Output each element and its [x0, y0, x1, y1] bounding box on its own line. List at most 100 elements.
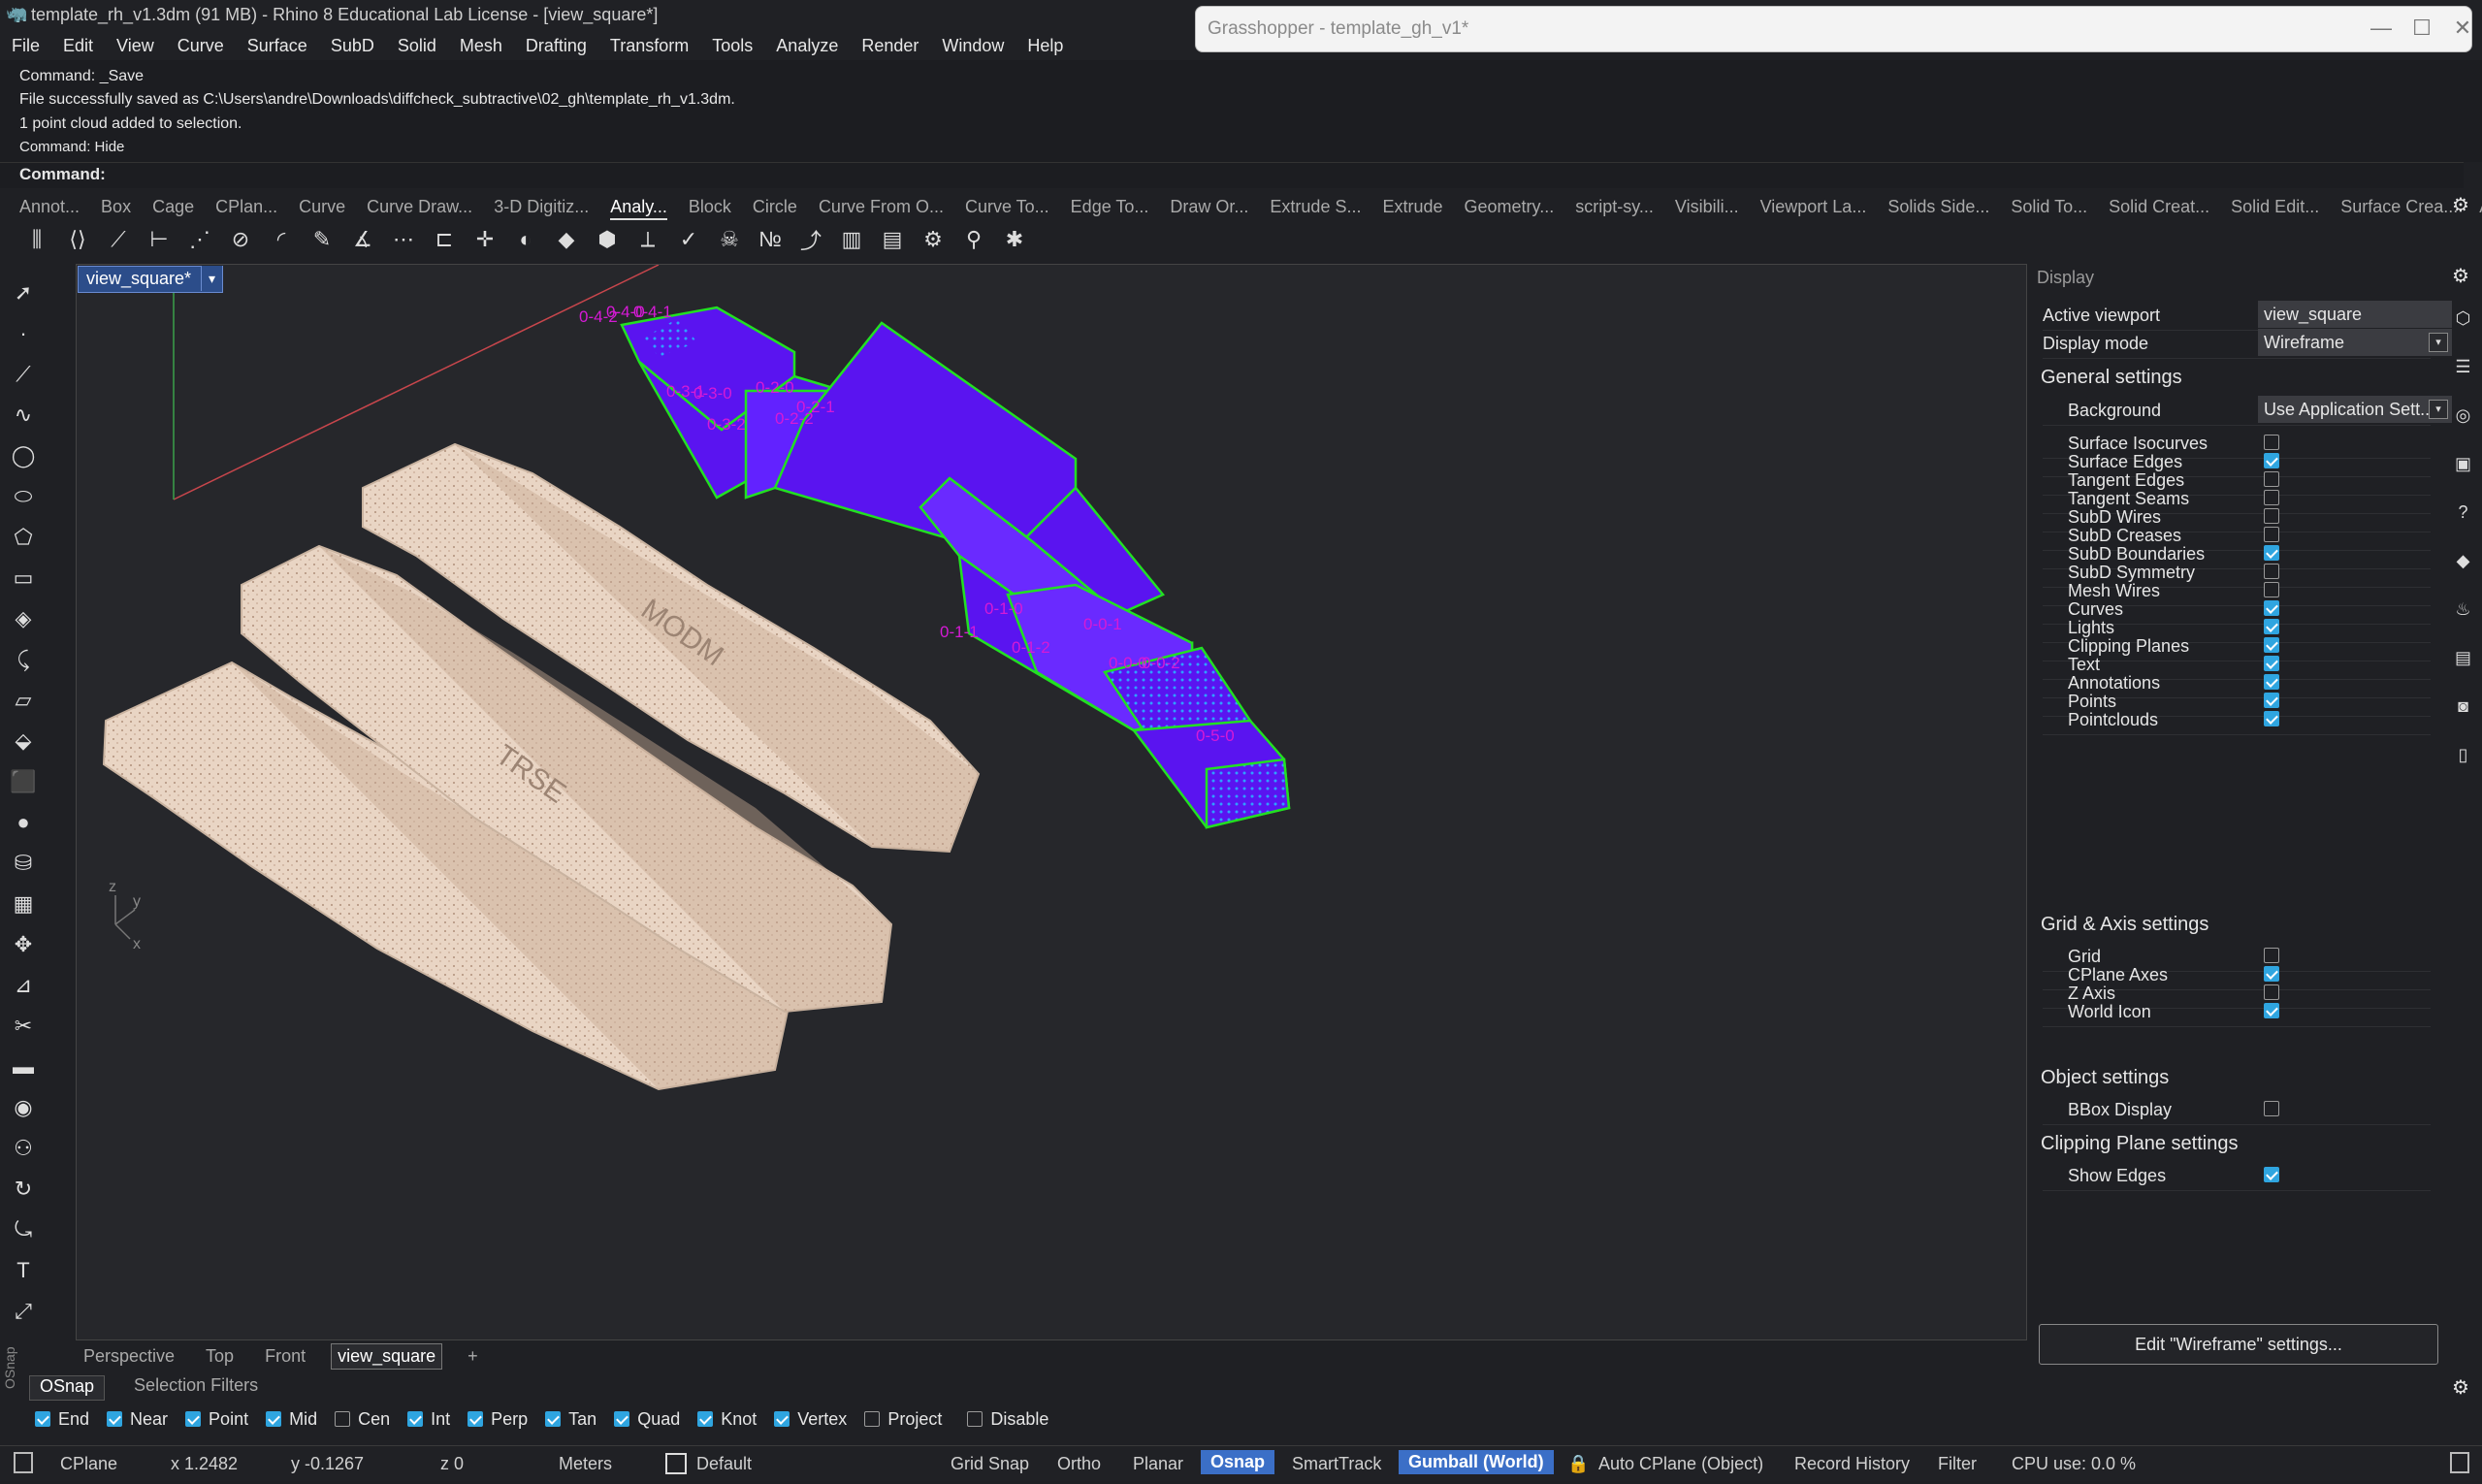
menu-analyze[interactable]: Analyze	[764, 31, 850, 60]
menu-curve[interactable]: Curve	[166, 31, 236, 60]
boolean-icon[interactable]: ◉	[4, 1091, 43, 1124]
grasshopper-window[interactable]: Grasshopper - template_gh_v1* — ☐ ✕	[1195, 6, 2472, 52]
osnap-tan[interactable]: Tan	[545, 1409, 596, 1430]
box-icon[interactable]: ⬛	[4, 765, 43, 798]
menu-window[interactable]: Window	[930, 31, 1015, 60]
osnap-point[interactable]: Point	[185, 1409, 248, 1430]
osnap-gear-icon[interactable]: ⚙	[2452, 1375, 2469, 1400]
layers-icon[interactable]: ▤	[875, 223, 910, 256]
text-icon[interactable]: T	[4, 1254, 43, 1287]
toolbar-tab[interactable]: Box	[101, 193, 131, 220]
osnap-perp[interactable]: Perp	[467, 1409, 528, 1430]
toolbar-tab[interactable]: Edge To...	[1071, 193, 1149, 220]
point-icon[interactable]: ·	[4, 317, 43, 350]
length-icon[interactable]: ⊢	[142, 223, 177, 256]
probe-icon[interactable]: ⚲	[956, 223, 991, 256]
background-select[interactable]: Use Application Sett... ▾	[2258, 396, 2452, 423]
status-layer[interactable]: Default	[696, 1454, 752, 1474]
view-tab-front[interactable]: Front	[259, 1344, 311, 1369]
rotate-icon[interactable]: ↻	[4, 1173, 43, 1206]
ruler-icon[interactable]: ⫼	[19, 223, 54, 256]
environment-icon[interactable]: ▤	[2450, 640, 2477, 675]
document-icon[interactable]: ▯	[2450, 737, 2477, 772]
record-history-toggle[interactable]: Record History	[1794, 1454, 1910, 1474]
materials-icon[interactable]: ◆	[2450, 543, 2477, 578]
toolbar-tab[interactable]: Visibili...	[1675, 193, 1739, 220]
rectangle-icon[interactable]: ▭	[4, 562, 43, 595]
ortho-toggle[interactable]: Ortho	[1057, 1454, 1101, 1474]
fillet-icon[interactable]: ⤹	[4, 643, 43, 676]
check-icon[interactable]: ✓	[671, 223, 706, 256]
toolbar-tab[interactable]: Viewport La...	[1760, 193, 1867, 220]
color-wheel-icon[interactable]: ◎	[2450, 398, 2477, 433]
osnap-tab[interactable]: OSnap	[29, 1375, 106, 1401]
help-icon[interactable]: ?	[2450, 495, 2477, 530]
properties-icon[interactable]: ⬡	[2450, 301, 2477, 336]
setting-checkbox[interactable]	[2264, 1003, 2279, 1018]
minimize-button[interactable]: —	[2362, 13, 2401, 44]
surface-icon[interactable]: ◈	[4, 602, 43, 635]
auto-cplane-toggle[interactable]: Auto CPlane (Object)	[1598, 1454, 1763, 1474]
draft-angle-icon[interactable]: ⬢	[590, 223, 625, 256]
radius-icon[interactable]: ◜	[264, 223, 299, 256]
trim-icon[interactable]: ▬	[4, 1050, 43, 1083]
grid-analysis-icon[interactable]: ▥	[834, 223, 869, 256]
xyz-icon[interactable]: ⟨⟩	[60, 223, 95, 256]
menu-view[interactable]: View	[105, 31, 166, 60]
sphere-icon[interactable]: ●	[4, 806, 43, 839]
select-arrow-icon[interactable]: ➚	[4, 276, 43, 309]
view-tab-top[interactable]: Top	[200, 1344, 240, 1369]
scale-icon[interactable]: ⤢	[4, 1295, 43, 1328]
toolbar-tab[interactable]: Curve From O...	[819, 193, 944, 220]
edit-wireframe-settings-button[interactable]: Edit "Wireframe" settings...	[2039, 1324, 2438, 1365]
deviation-icon[interactable]: ⟂	[630, 223, 665, 256]
circle-icon[interactable]: ◯	[4, 439, 43, 472]
planar-toggle[interactable]: Planar	[1133, 1454, 1183, 1474]
extrude-icon[interactable]: ⬙	[4, 725, 43, 758]
toolbar-tab[interactable]: Annot...	[19, 193, 80, 220]
menu-tools[interactable]: Tools	[700, 31, 764, 60]
polygon-icon[interactable]: ⬠	[4, 521, 43, 554]
menu-help[interactable]: Help	[1015, 31, 1075, 60]
menu-transform[interactable]: Transform	[598, 31, 700, 60]
viewport-menu-chevron-icon[interactable]: ▾	[201, 266, 222, 291]
osnap-checkbox[interactable]	[407, 1411, 424, 1427]
toolbar-tab[interactable]: Circle	[753, 193, 797, 220]
graph-icon[interactable]: ⋯	[386, 223, 421, 256]
gumball-icon[interactable]: ✥	[4, 928, 43, 961]
viewport-view-square[interactable]: TRSE MODM 0-4-2 0-4-0 0-4-1 0-3-1 0-3-0 …	[76, 264, 2027, 1340]
menu-render[interactable]: Render	[850, 31, 930, 60]
setting-checkbox[interactable]	[2264, 711, 2279, 726]
osnap-checkbox[interactable]	[545, 1411, 562, 1427]
diameter-icon[interactable]: ⊘	[223, 223, 258, 256]
osnap-cen[interactable]: Cen	[335, 1409, 390, 1430]
cylinder-icon[interactable]: ⛁	[4, 847, 43, 880]
osnap-checkbox[interactable]	[35, 1411, 50, 1427]
toolbar-tab[interactable]: script-sy...	[1575, 193, 1654, 220]
edit-icon[interactable]: ✎	[305, 223, 339, 256]
osnap-near[interactable]: Near	[107, 1409, 168, 1430]
osnap-checkbox[interactable]	[774, 1411, 790, 1427]
view-tab-view_square[interactable]: view_square	[331, 1342, 443, 1370]
osnap-checkbox[interactable]	[864, 1411, 881, 1427]
camera-icon[interactable]: ◙	[2450, 689, 2477, 724]
status-cplane[interactable]: CPlane	[60, 1454, 117, 1474]
smarttrack-toggle[interactable]: SmartTrack	[1292, 1454, 1381, 1474]
grid-snap-toggle[interactable]: Grid Snap	[951, 1454, 1029, 1474]
toolbar-tab[interactable]: Geometry...	[1465, 193, 1555, 220]
display-icon[interactable]: ▣	[2450, 446, 2477, 481]
count-icon[interactable]: №	[753, 223, 788, 256]
pipette-icon[interactable]: ⤴	[793, 223, 828, 256]
osnap-tab[interactable]: Selection Filters	[124, 1375, 268, 1401]
polyline-icon[interactable]: ⟋	[4, 358, 43, 391]
curvature-icon[interactable]: ∡	[345, 223, 380, 256]
toolbar-tab[interactable]: Solid To...	[2011, 193, 2087, 220]
panel-gear-icon[interactable]: ⚙	[2452, 264, 2469, 288]
osnap-checkbox[interactable]	[614, 1411, 630, 1427]
lights-icon[interactable]: ♨	[2450, 592, 2477, 627]
env-map-icon[interactable]: ◆	[549, 223, 584, 256]
points-icon[interactable]: ⋰	[182, 223, 217, 256]
direction-icon[interactable]: ✛	[467, 223, 502, 256]
osnap-vertex[interactable]: Vertex	[774, 1409, 847, 1430]
osnap-checkbox[interactable]	[697, 1411, 714, 1427]
